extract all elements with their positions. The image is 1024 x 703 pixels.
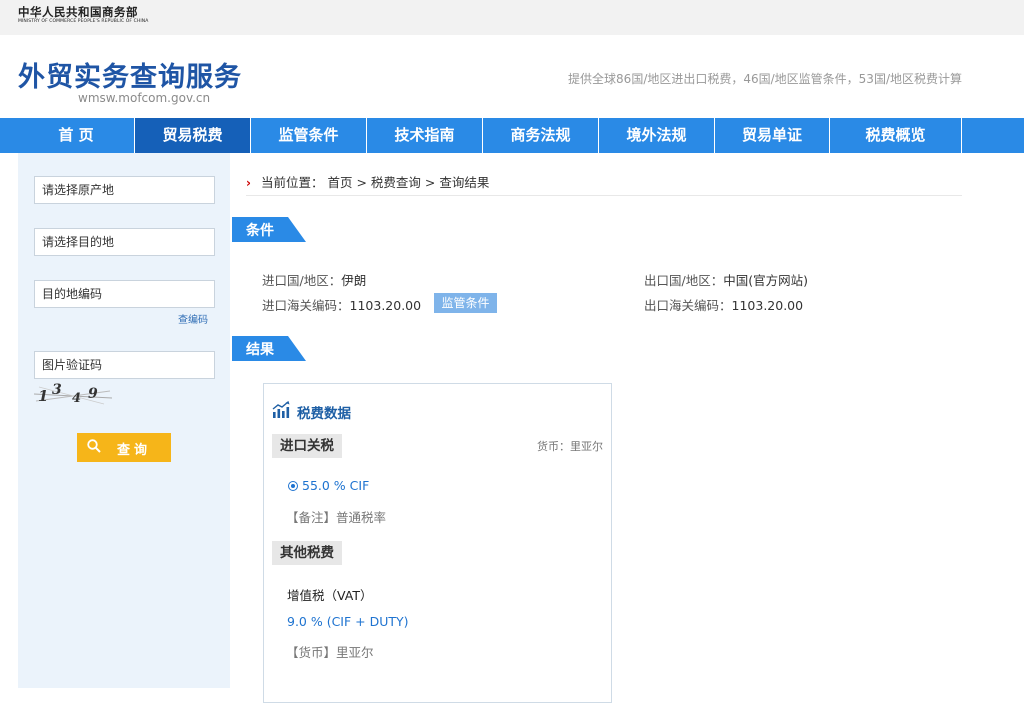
vat-label: 增值税（VAT） bbox=[287, 588, 373, 603]
svg-text:9: 9 bbox=[88, 386, 98, 402]
currency-note: 货币：里亚尔 bbox=[537, 440, 603, 453]
import-code-label: 进口海关编码： bbox=[262, 298, 350, 313]
ministry-name-cn: 中华人民共和国商务部 bbox=[18, 5, 138, 19]
export-code-value: 1103.20.00 bbox=[731, 298, 804, 313]
breadcrumb-home[interactable]: 首页 bbox=[327, 175, 352, 190]
conditions-tab-label: 条件 bbox=[246, 223, 274, 239]
captcha-image[interactable]: 1 3 4 9 bbox=[34, 382, 112, 406]
vat-rate: 9.0 % (CIF + DUTY) bbox=[287, 614, 409, 629]
breadcrumb: › 当前位置： 首页 > 税费查询 > 查询结果 bbox=[246, 172, 489, 191]
query-button-label: 查询 bbox=[117, 443, 152, 458]
regulation-tag-button[interactable]: 监管条件 bbox=[434, 293, 497, 313]
svg-text:4: 4 bbox=[72, 391, 81, 406]
import-duty-heading: 进口关税 bbox=[272, 434, 342, 458]
duty-rate: 55.0 % CIF bbox=[302, 478, 370, 493]
ministry-name-en: MINISTRY OF COMMERCE PEOPLE'S REPUBLIC O… bbox=[18, 19, 149, 24]
import-code-value: 1103.20.00 bbox=[349, 298, 422, 313]
captcha-input[interactable]: 图片验证码 bbox=[34, 351, 215, 379]
nav-home[interactable]: 首 页 bbox=[18, 118, 135, 153]
export-country: 出口国/地区：中国(官方网站) bbox=[644, 270, 808, 289]
breadcrumb-prefix: 当前位置： bbox=[260, 175, 324, 190]
import-country-value: 伊朗 bbox=[341, 273, 367, 288]
import-code: 进口海关编码：1103.20.00 bbox=[262, 295, 421, 314]
lookup-code-link[interactable]: 查编码 bbox=[178, 311, 208, 326]
dest-code-input[interactable]: 目的地编码 bbox=[34, 280, 215, 308]
export-country-label: 出口国/地区： bbox=[644, 273, 724, 288]
site-domain: wmsw.mofcom.gov.cn bbox=[78, 91, 211, 105]
export-country-value: 中国 bbox=[723, 273, 749, 288]
results-tab-label: 结果 bbox=[246, 342, 274, 358]
official-site-link[interactable]: (官方网站) bbox=[748, 273, 808, 288]
import-country: 进口国/地区：伊朗 bbox=[262, 270, 366, 289]
export-code: 出口海关编码：1103.20.00 bbox=[644, 295, 803, 314]
main-nav: 首 页 贸易税费 监管条件 技术指南 商务法规 境外法规 贸易单证 税费概览 bbox=[0, 118, 1024, 153]
destination-select[interactable]: 请选择目的地 bbox=[34, 228, 215, 256]
results-tab: 结果 bbox=[232, 336, 306, 361]
import-country-label: 进口国/地区： bbox=[262, 273, 342, 288]
vat-currency: 【货币】里亚尔 bbox=[286, 645, 374, 660]
site-description: 提供全球86国/地区进出口税费，46国/地区监管条件，53国/地区税费计算 bbox=[568, 72, 962, 86]
search-icon bbox=[87, 439, 101, 453]
other-taxes-heading: 其他税费 bbox=[272, 541, 342, 565]
nav-trade-docs[interactable]: 贸易单证 bbox=[715, 118, 830, 153]
site-title: 外贸实务查询服务 bbox=[18, 62, 242, 93]
chart-trend-icon bbox=[272, 401, 290, 418]
nav-tax-overview[interactable]: 税费概览 bbox=[830, 118, 962, 153]
duty-rate-radio[interactable] bbox=[288, 481, 298, 491]
breadcrumb-tax-query[interactable]: 税费查询 bbox=[371, 175, 421, 190]
nav-regulation[interactable]: 监管条件 bbox=[251, 118, 367, 153]
tax-result-card: 税费数据 进口关税 货币：里亚尔 55.0 % CIF 【备注】普通税率 其他税… bbox=[263, 383, 612, 703]
origin-select[interactable]: 请选择原产地 bbox=[34, 176, 215, 204]
svg-text:3: 3 bbox=[52, 382, 62, 398]
svg-text:1: 1 bbox=[38, 387, 48, 405]
conditions-tab: 条件 bbox=[232, 217, 306, 242]
nav-foreign-law[interactable]: 境外法规 bbox=[599, 118, 715, 153]
chevron-right-icon: › bbox=[246, 176, 251, 190]
nav-trade-tax[interactable]: 贸易税费 bbox=[135, 118, 251, 153]
breadcrumb-result: 查询结果 bbox=[439, 175, 490, 190]
ministry-logo[interactable]: 中华人民共和国商务部 MINISTRY OF COMMERCE PEOPLE'S… bbox=[18, 6, 148, 25]
query-sidebar: 请选择原产地 请选择目的地 目的地编码 查编码 图片验证码 1 3 4 9 查询 bbox=[18, 153, 230, 688]
nav-tech-guide[interactable]: 技术指南 bbox=[367, 118, 483, 153]
card-title: 税费数据 bbox=[297, 406, 351, 422]
nav-commerce-law[interactable]: 商务法规 bbox=[483, 118, 599, 153]
breadcrumb-sep: > bbox=[356, 175, 371, 190]
top-bar: 中华人民共和国商务部 MINISTRY OF COMMERCE PEOPLE'S… bbox=[0, 0, 1024, 35]
duty-remark: 【备注】普通税率 bbox=[286, 510, 387, 525]
breadcrumb-divider bbox=[246, 195, 962, 196]
export-code-label: 出口海关编码： bbox=[644, 298, 732, 313]
breadcrumb-sep: > bbox=[424, 175, 440, 190]
query-button[interactable]: 查询 bbox=[77, 433, 171, 462]
